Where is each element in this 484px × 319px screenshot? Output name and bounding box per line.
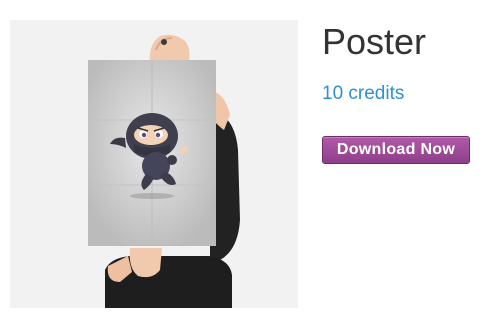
poster-photo: [10, 20, 298, 308]
product-price: 10 credits: [322, 83, 405, 104]
product-title: Poster: [322, 21, 427, 62]
download-now-button[interactable]: Download Now: [322, 136, 470, 164]
product-image: [10, 20, 298, 308]
